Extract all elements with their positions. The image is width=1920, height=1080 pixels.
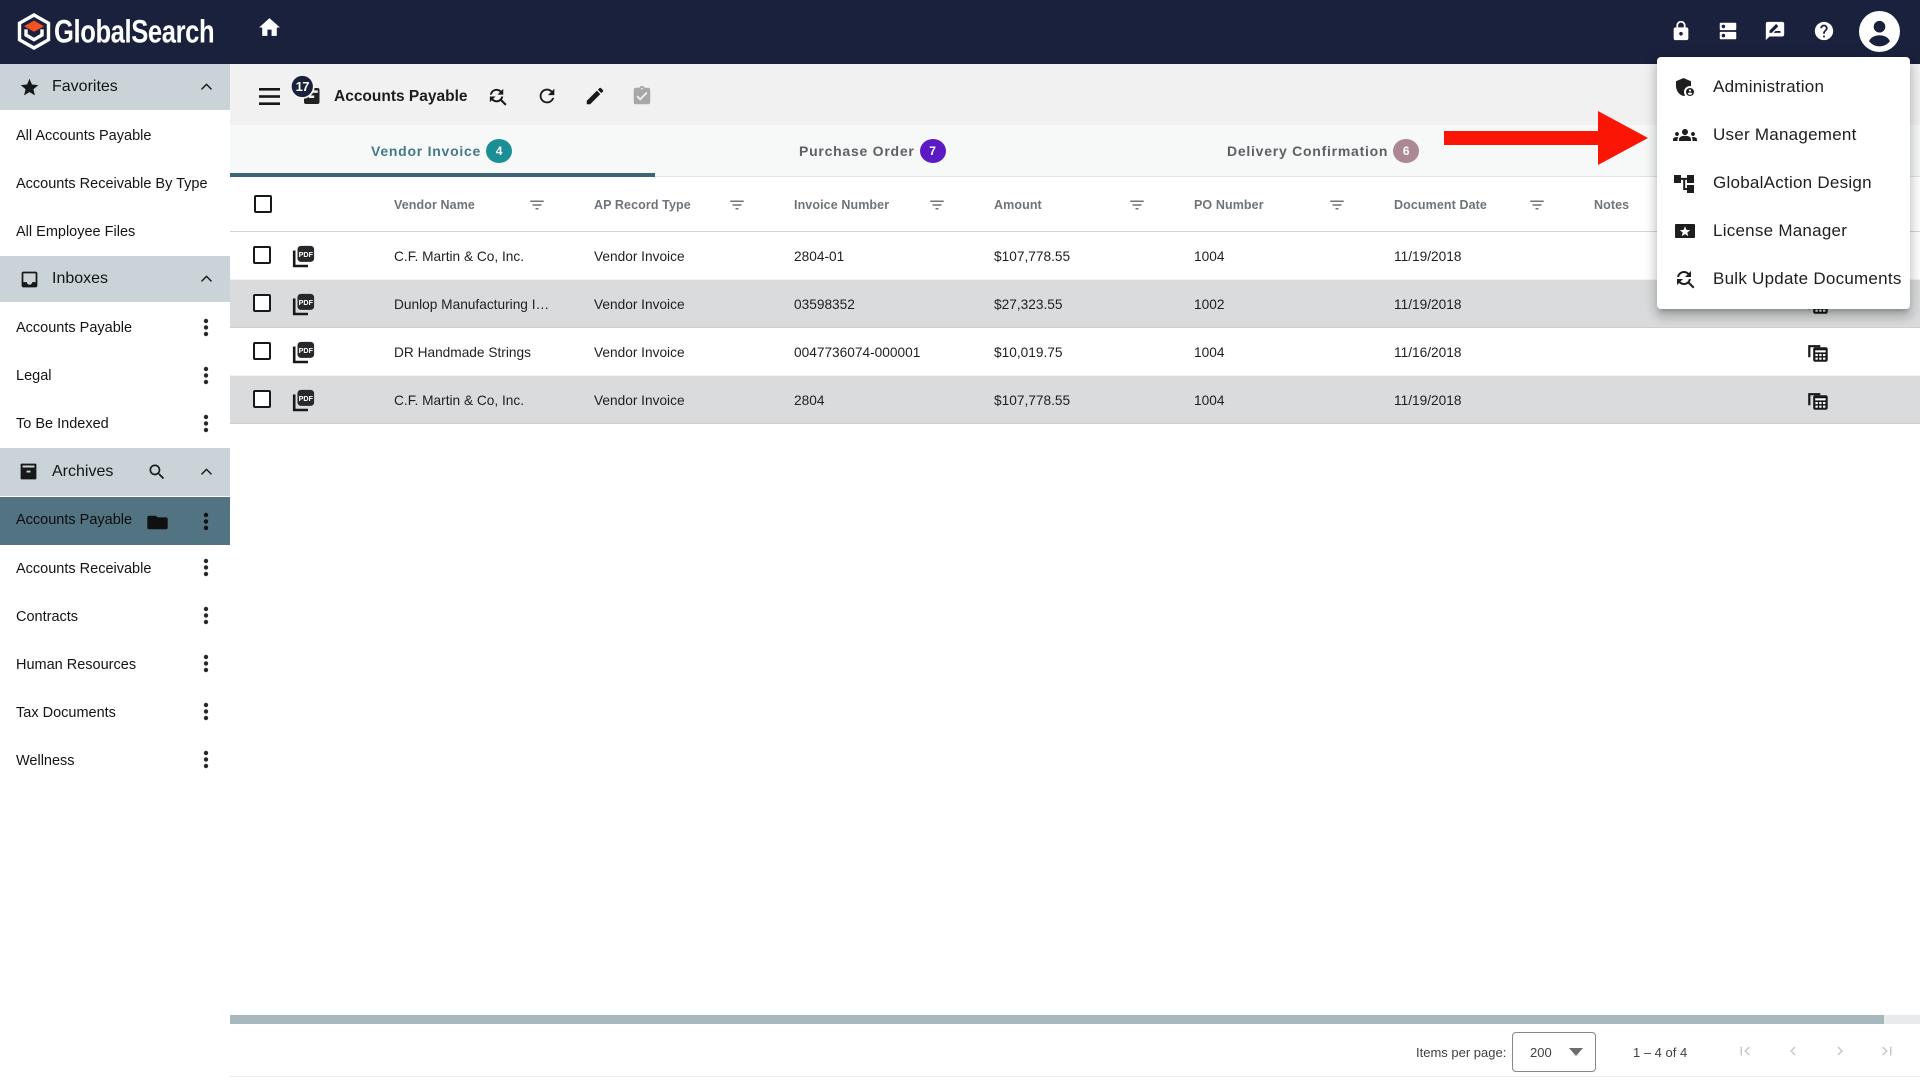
svg-text:PDF: PDF xyxy=(299,394,314,403)
svg-text:PDF: PDF xyxy=(299,250,314,259)
svg-text:GlobalSearch: GlobalSearch xyxy=(54,15,214,50)
svg-text:PDF: PDF xyxy=(299,346,314,355)
svg-text:17: 17 xyxy=(296,79,310,94)
svg-text:PDF: PDF xyxy=(299,298,314,307)
